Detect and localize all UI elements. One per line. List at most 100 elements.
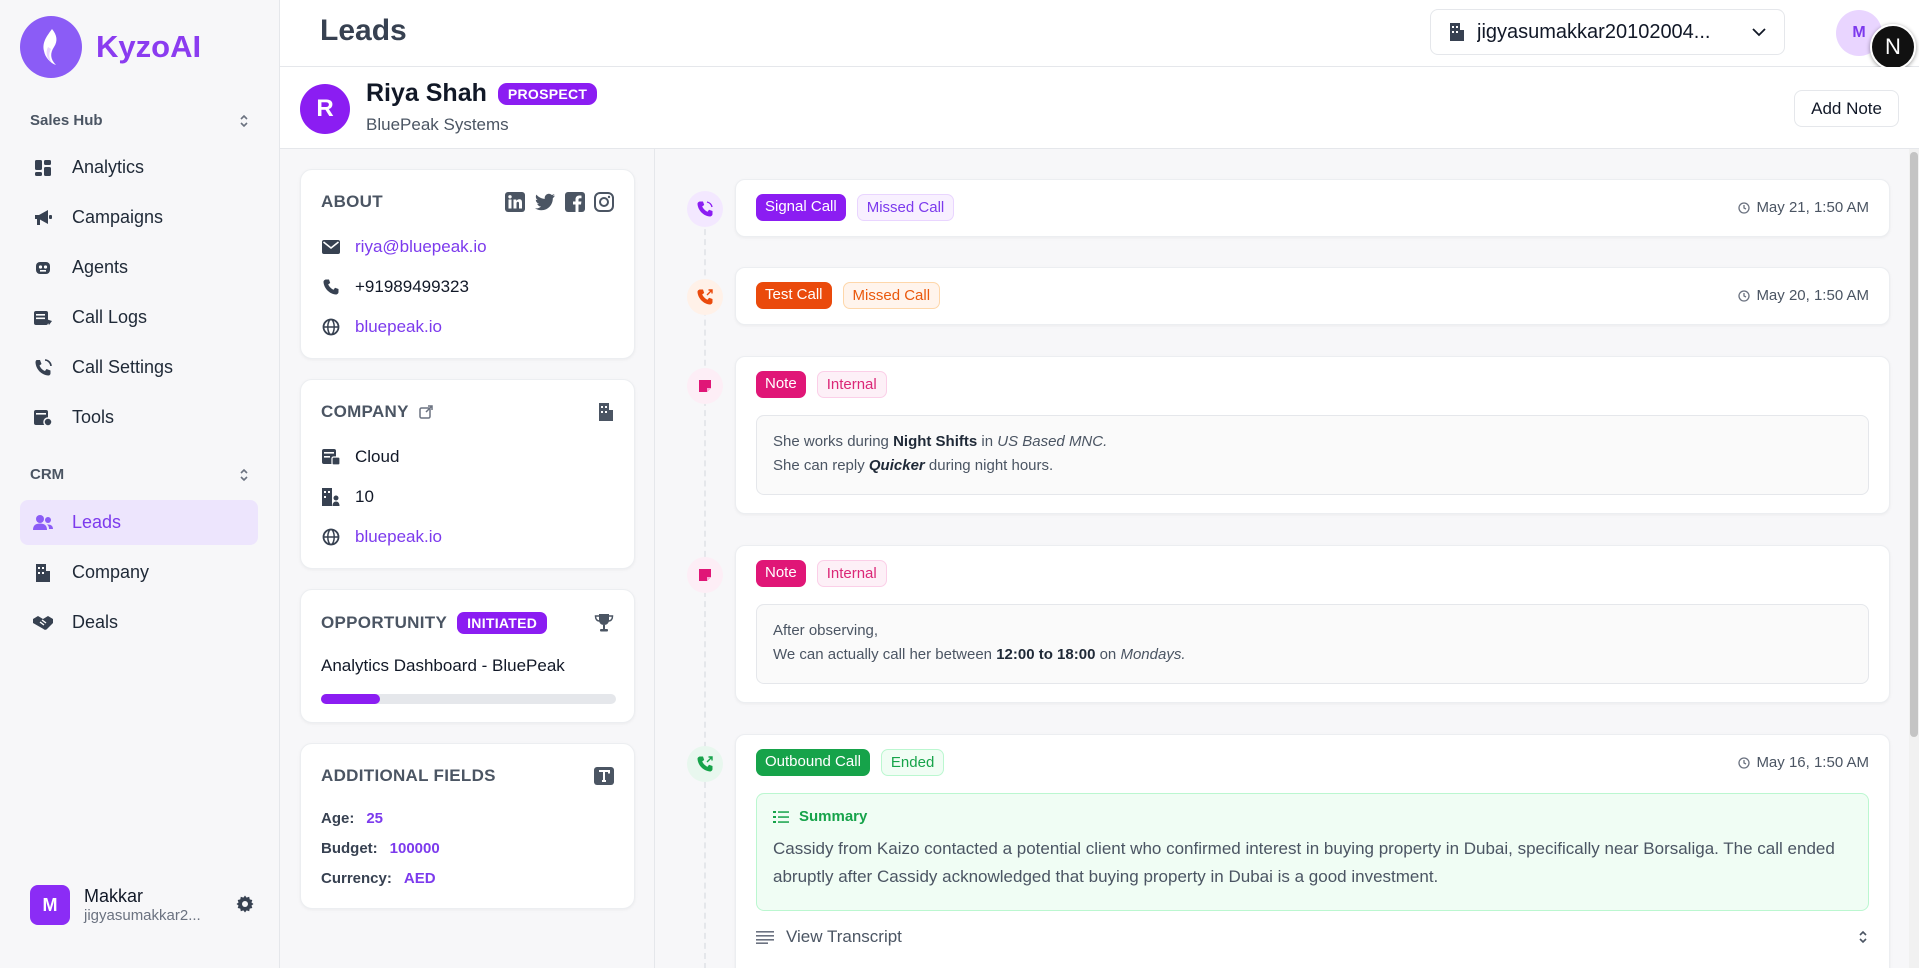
robot-icon [32, 257, 54, 279]
lead-details-panel: ABOUT riya@bluepeak.io +91989499323 blue… [280, 149, 655, 968]
call-status-tag: Missed Call [856, 194, 955, 221]
note-visibility-tag: Internal [816, 560, 887, 587]
brand[interactable]: KyzoAI [20, 16, 201, 78]
timeline-item-outbound-call[interactable]: Outbound Call Ended May 16, 1:50 AM Summ… [735, 734, 1890, 968]
timeline-dot-call [687, 746, 723, 782]
timeline-dot-call [687, 191, 723, 227]
add-note-button[interactable]: Add Note [1794, 90, 1899, 127]
timeline-item-test-call[interactable]: Test Call Missed Call May 20, 1:50 AM [735, 267, 1890, 325]
linkedin-icon[interactable] [505, 192, 525, 212]
timeline-item-signal-call[interactable]: Signal Call Missed Call May 21, 1:50 AM [735, 179, 1890, 237]
sidebar-item-label: Call Settings [72, 357, 174, 377]
note-bold-italic-text: Quicker [868, 457, 925, 474]
company-website[interactable]: bluepeak.io [355, 527, 442, 547]
organization-name: jigyasumakkar20102004... [1477, 20, 1711, 43]
twitter-icon[interactable] [534, 192, 556, 212]
note-type-tag: Note [756, 371, 806, 398]
summary-text: Cassidy from Kaizo contacted a potential… [773, 839, 1835, 886]
chevron-up-down-icon [238, 468, 250, 482]
opportunity-title-row: OPPORTUNITY INITIATED [321, 612, 548, 634]
view-transcript-toggle[interactable]: View Transcript [756, 927, 1869, 947]
organization-select[interactable]: jigyasumakkar20102004... [1430, 9, 1785, 55]
about-website-row[interactable]: bluepeak.io [321, 317, 442, 337]
company-size-row: 10 [321, 487, 374, 507]
megaphone-icon [32, 207, 54, 229]
sidebar-item-deals[interactable]: Deals [20, 600, 258, 645]
opportunity-card-header: OPPORTUNITY INITIATED [321, 612, 614, 634]
timestamp: May 16, 1:50 AM [1756, 754, 1869, 771]
note-line: We can actually call her between 12:00 t… [773, 643, 1852, 667]
company-website-row[interactable]: bluepeak.io [321, 527, 442, 547]
timeline-scrollbar[interactable] [1909, 149, 1919, 968]
note-text: on [1095, 646, 1121, 663]
sidebar-item-agents[interactable]: Agents [20, 245, 258, 290]
note-visibility-tag: Internal [816, 371, 887, 398]
about-email[interactable]: riya@bluepeak.io [355, 237, 487, 257]
sidebar-item-company[interactable]: Company [20, 550, 258, 595]
sidebar-item-label: Campaigns [72, 207, 164, 227]
company-title: COMPANY [321, 402, 409, 421]
server-icon [321, 448, 341, 466]
building-icon [32, 562, 54, 584]
note-bold-text: 12:00 to 18:00 [996, 646, 1096, 663]
clock-icon [1738, 289, 1751, 302]
about-card-header: ABOUT [321, 192, 614, 212]
building-users-icon [321, 487, 341, 507]
sidebar-item-label: Analytics [72, 157, 145, 177]
company-industry: Cloud [355, 447, 400, 466]
company-title-row: COMPANY [321, 402, 433, 422]
sidebar: KyzoAI Sales Hub Analytics Campaigns Age… [0, 0, 280, 968]
section-label: Sales Hub [30, 112, 103, 129]
timeline-time: May 16, 1:50 AM [1738, 754, 1869, 771]
page-title: Leads [320, 14, 407, 47]
activity-timeline[interactable]: Signal Call Missed Call May 21, 1:50 AM … [655, 149, 1919, 968]
sidebar-item-campaigns[interactable]: Campaigns [20, 195, 258, 240]
about-email-row[interactable]: riya@bluepeak.io [321, 237, 487, 257]
timeline-item-note[interactable]: Note Internal After observing, We can ac… [735, 545, 1890, 703]
lead-company: BluePeak Systems [366, 115, 509, 134]
external-link-icon[interactable] [418, 405, 433, 419]
mail-icon [321, 240, 341, 254]
flame-logo-icon [20, 16, 82, 78]
trophy-icon [594, 613, 614, 633]
about-website[interactable]: bluepeak.io [355, 317, 442, 337]
section-crm[interactable]: CRM [30, 466, 250, 483]
sidebar-item-leads[interactable]: Leads [20, 500, 258, 545]
note-line: She works during Night Shifts in US Base… [773, 430, 1852, 454]
note-text: She works during [773, 433, 894, 450]
sidebar-item-tools[interactable]: Tools [20, 395, 258, 440]
note-bold-text: Night Shifts [893, 433, 978, 450]
opportunity-name-row[interactable]: Analytics Dashboard - BluePeak [321, 656, 565, 676]
sidebar-item-call-logs[interactable]: Call Logs [20, 295, 258, 340]
sidebar-item-analytics[interactable]: Analytics [20, 145, 258, 190]
scrollbar-thumb[interactable] [1910, 152, 1918, 737]
dev-tools-badge[interactable]: N [1870, 24, 1916, 70]
additional-fields-header: ADDITIONAL FIELDS [321, 766, 614, 786]
top-bar: Leads jigyasumakkar20102004... M N [280, 0, 1919, 70]
globe-icon [321, 318, 341, 336]
gear-icon[interactable] [236, 895, 254, 913]
summary-header: Summary [773, 808, 1852, 825]
globe-icon [321, 528, 341, 546]
facebook-icon[interactable] [565, 192, 585, 212]
timeline-time: May 21, 1:50 AM [1738, 199, 1869, 216]
timestamp: May 21, 1:50 AM [1756, 199, 1869, 216]
lead-status-badge: PROSPECT [497, 82, 598, 105]
user-card[interactable]: M Makkar jigyasumakkar2... [30, 885, 254, 925]
timeline-tags: Outbound Call Ended [756, 749, 945, 776]
call-type-tag: Signal Call [756, 194, 846, 221]
building-icon [598, 402, 614, 422]
chevron-up-down-icon [1857, 930, 1869, 944]
analytics-icon [32, 157, 54, 179]
field-value: 100000 [389, 840, 440, 857]
sidebar-item-call-settings[interactable]: Call Settings [20, 345, 258, 390]
section-sales-hub[interactable]: Sales Hub [30, 112, 250, 129]
note-text: in [977, 433, 998, 450]
instagram-icon[interactable] [594, 192, 614, 212]
timeline-item-note[interactable]: Note Internal She works during Night Shi… [735, 356, 1890, 514]
note-italic-text: US Based MNC. [997, 433, 1108, 450]
field-label: Currency: [321, 870, 392, 887]
note-text: She can reply [773, 457, 869, 474]
social-links [505, 192, 614, 212]
lead-avatar: R [300, 84, 350, 134]
